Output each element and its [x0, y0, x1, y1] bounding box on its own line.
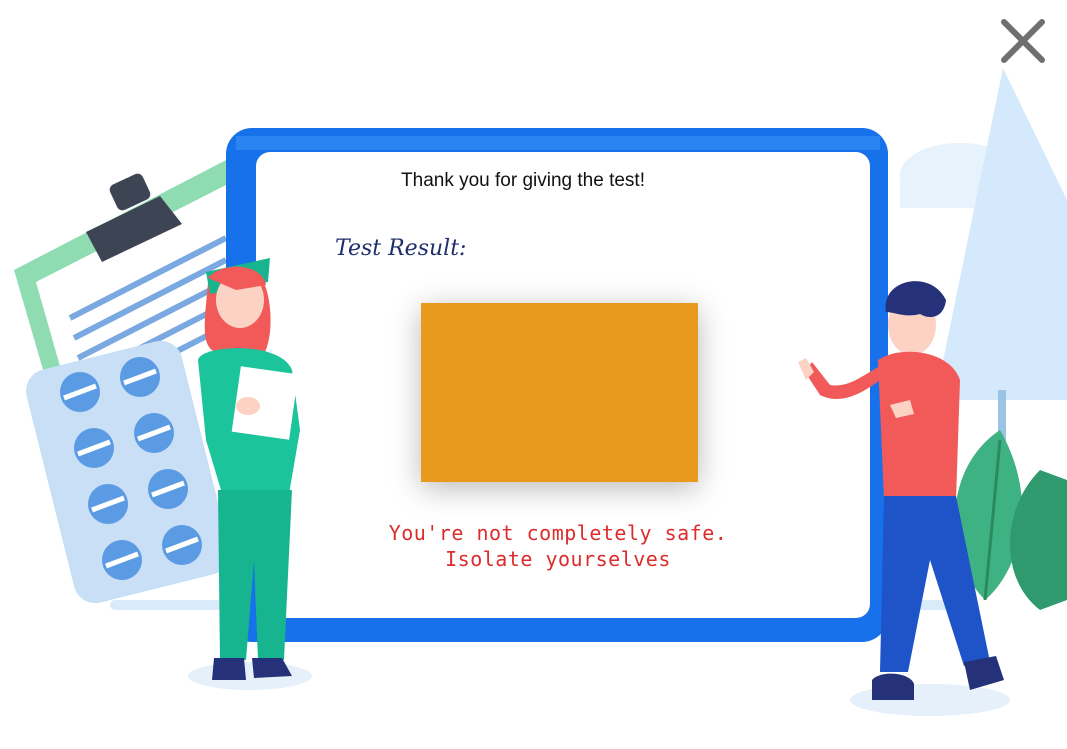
result-color-box: [421, 303, 698, 482]
close-button[interactable]: [996, 14, 1050, 68]
result-message: You're not completely safe. Isolate your…: [258, 520, 858, 572]
result-panel: Thank you for giving the test! Test Resu…: [258, 156, 868, 614]
result-screen: Thank you for giving the test! Test Resu…: [0, 0, 1067, 749]
thanks-heading: Thank you for giving the test!: [401, 170, 645, 191]
test-result-label: Test Result:: [335, 236, 467, 261]
close-icon: [1001, 19, 1045, 63]
result-message-line-1: You're not completely safe.: [388, 521, 728, 545]
result-message-line-2: Isolate yourselves: [445, 547, 671, 571]
